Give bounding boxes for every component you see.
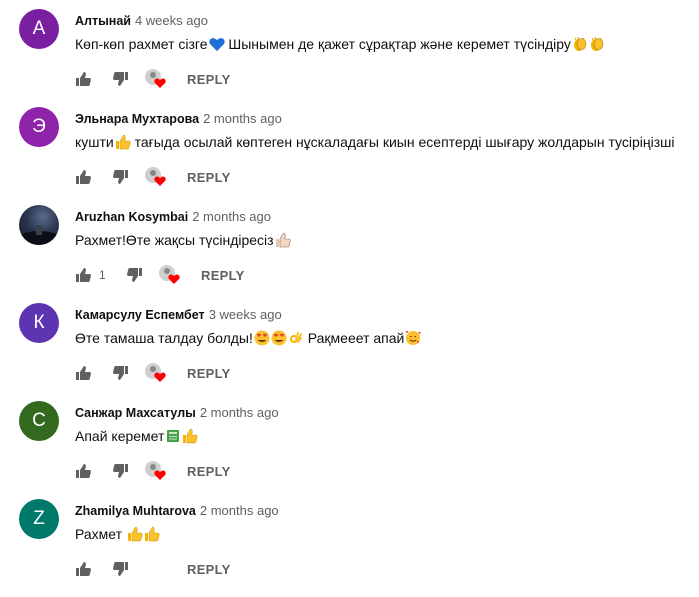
creator-heart	[145, 69, 165, 89]
reply-button[interactable]: REPLY	[187, 562, 231, 577]
author-name[interactable]: Aruzhan Kosymbai	[75, 210, 188, 224]
like-icon[interactable]	[75, 463, 91, 479]
comment-timestamp[interactable]: 2 months ago	[200, 405, 279, 420]
comment-header: Эльнара Мухтарова 2 months ago	[75, 111, 282, 127]
dislike-icon[interactable]	[113, 71, 129, 87]
heart-eyes-icon	[254, 330, 270, 346]
thumbs-up-icon	[182, 428, 198, 444]
comment-item: Z Zhamilya Muhtarova 2 months ago Рахмет RE…	[0, 499, 699, 597]
comment-text-main: кушти	[75, 134, 114, 150]
clapping-hands-icon	[589, 36, 605, 52]
avatar[interactable]: К	[19, 303, 59, 343]
avatar-photo-figure	[36, 225, 42, 235]
comment-timestamp[interactable]: 2 months ago	[200, 503, 279, 518]
comment-header: Санжар Махсатулы 2 months ago	[75, 405, 279, 421]
comment-actions: REPLY	[75, 459, 231, 483]
blue-heart-icon	[209, 36, 225, 52]
comment-timestamp[interactable]: 2 months ago	[192, 209, 271, 224]
like-icon[interactable]	[75, 267, 91, 283]
dislike-icon[interactable]	[113, 463, 129, 479]
thumbs-up-icon	[127, 526, 143, 542]
thumbs-up-icon	[144, 526, 160, 542]
comment-text: Рахмет	[75, 524, 160, 544]
comment-text-main: Рахмет	[75, 526, 126, 542]
dislike-icon[interactable]	[113, 561, 129, 577]
comment-text-main: Апай керемет	[75, 428, 165, 444]
comment-item: С Санжар Махсатулы 2 months ago Апай кереме…	[0, 401, 699, 499]
comment-actions: 1 REPLY	[75, 263, 245, 287]
smiling-hearts-icon	[405, 330, 421, 346]
avatar[interactable]	[19, 205, 59, 245]
avatar[interactable]: С	[19, 401, 59, 441]
avatar-letter: Z	[33, 508, 45, 529]
like-icon[interactable]	[75, 561, 91, 577]
thumbs-up-light-icon	[275, 232, 291, 248]
clapping-hands-icon	[572, 36, 588, 52]
comment-text-main: Рахмет!Өте жақсы түсіндіресіз	[75, 232, 274, 248]
comment-item: Aruzhan Kosymbai 2 months ago Рахмет!Өте ж…	[0, 205, 699, 303]
author-name[interactable]: Камарсулу Еспембет	[75, 308, 205, 322]
thumbs-up-icon	[115, 134, 131, 150]
comment-header: Aruzhan Kosymbai 2 months ago	[75, 209, 271, 225]
like-icon[interactable]	[75, 365, 91, 381]
author-name[interactable]: Zhamilya Muhtarova	[75, 504, 196, 518]
comment-text: кушти тағыда осылай көптеген нұскаладағы…	[75, 132, 675, 152]
heart-icon	[154, 469, 166, 481]
comment-text: Рахмет!Өте жақсы түсіндіресіз	[75, 230, 291, 250]
creator-heart	[145, 461, 165, 481]
heart-eyes-icon	[271, 330, 287, 346]
dislike-icon[interactable]	[127, 267, 143, 283]
reply-button[interactable]: REPLY	[187, 170, 231, 185]
like-icon[interactable]	[75, 169, 91, 185]
comment-text: Апай керемет	[75, 426, 198, 446]
dislike-icon[interactable]	[113, 169, 129, 185]
reply-button[interactable]: REPLY	[201, 268, 245, 283]
heart-icon	[154, 175, 166, 187]
comment-text-rest: Шынымен де қажет сұрақтар және керемет т…	[224, 36, 571, 52]
author-name[interactable]: Эльнара Мухтарова	[75, 112, 199, 126]
comment-actions: REPLY	[75, 67, 231, 91]
creator-heart	[145, 363, 165, 383]
creator-heart	[145, 167, 165, 187]
dislike-icon[interactable]	[113, 365, 129, 381]
comment-actions: REPLY	[75, 557, 231, 581]
comment-actions: REPLY	[75, 361, 231, 385]
heart-icon	[168, 273, 180, 285]
reply-button[interactable]: REPLY	[187, 72, 231, 87]
avatar-letter: К	[33, 312, 45, 333]
ok-hand-icon	[288, 330, 304, 346]
comment-timestamp[interactable]: 2 months ago	[203, 111, 282, 126]
comment-timestamp[interactable]: 3 weeks ago	[209, 307, 282, 322]
comment-timestamp[interactable]: 4 weeks ago	[135, 13, 208, 28]
comment-item: К Камарсулу Еспембет 3 weeks ago Өте тамаша…	[0, 303, 699, 401]
avatar[interactable]: A	[19, 9, 59, 49]
avatar-letter: С	[32, 410, 46, 431]
comment-text-main: Көп-көп рахмет сізге	[75, 36, 208, 52]
comment-header: Алтынай 4 weeks ago	[75, 13, 208, 29]
green-book-icon	[165, 428, 181, 444]
comment-actions: REPLY	[75, 165, 231, 189]
comment-item: A Алтынай 4 weeks ago Көп-көп рахмет сізге …	[0, 9, 699, 107]
comment-text-main: Өте тамаша талдау болды!	[75, 330, 253, 346]
heart-icon	[154, 77, 166, 89]
avatar-letter: A	[32, 18, 46, 39]
like-icon[interactable]	[75, 71, 91, 87]
avatar[interactable]: Z	[19, 499, 59, 539]
comment-text-rest: Рақмееет апай	[303, 330, 405, 346]
reply-button[interactable]: REPLY	[187, 366, 231, 381]
comment-text: Көп-көп рахмет сізге Шынымен де қажет сұ…	[75, 34, 605, 54]
heart-icon	[154, 371, 166, 383]
author-name[interactable]: Санжар Махсатулы	[75, 406, 196, 420]
creator-heart	[159, 265, 179, 285]
comment-item: Э Эльнара Мухтарова 2 months ago кушти тағы…	[0, 107, 699, 205]
avatar-letter: Э	[32, 116, 46, 137]
comment-text-rest: тағыда осылай көптеген нұскаладағы киын …	[130, 134, 675, 150]
comment-text: Өте тамаша талдау болды! Рақмееет апай	[75, 328, 421, 348]
comment-header: Камарсулу Еспембет 3 weeks ago	[75, 307, 282, 323]
avatar[interactable]: Э	[19, 107, 59, 147]
comment-header: Zhamilya Muhtarova 2 months ago	[75, 503, 279, 519]
like-count: 1	[99, 268, 106, 282]
author-name[interactable]: Алтынай	[75, 14, 131, 28]
reply-button[interactable]: REPLY	[187, 464, 231, 479]
